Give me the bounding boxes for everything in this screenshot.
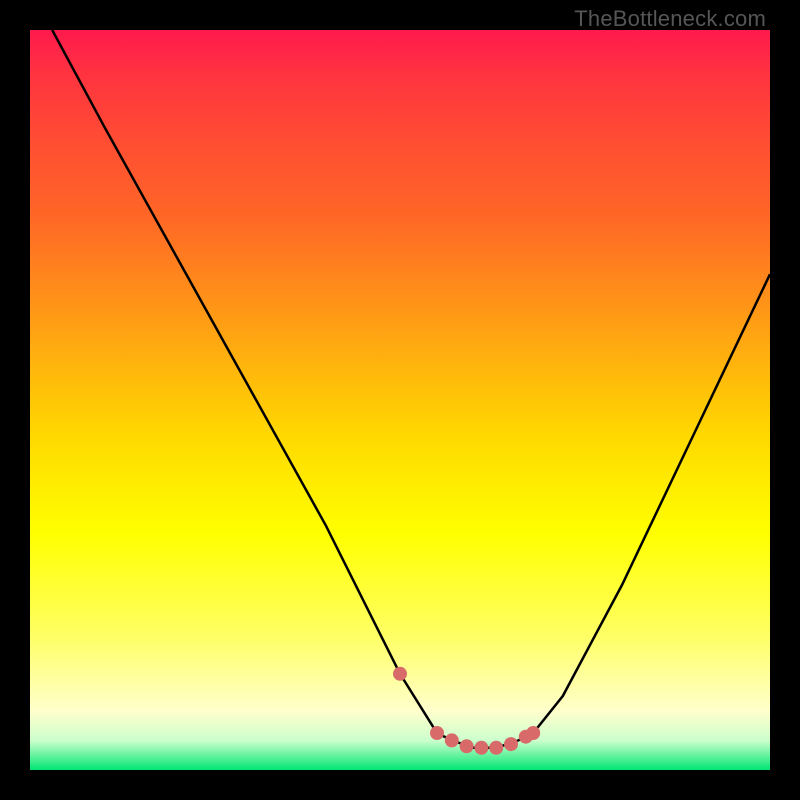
watermark-text: TheBottleneck.com <box>574 6 766 32</box>
plot-area <box>30 30 770 770</box>
chart-container: TheBottleneck.com <box>0 0 800 800</box>
